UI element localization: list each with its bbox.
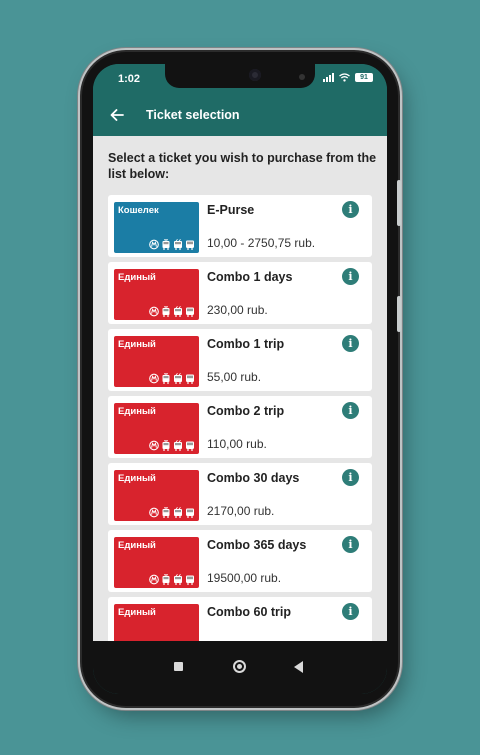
- ticket-item-e-purse[interactable]: Кошелек E-Purse 10,00 - 2750,75 rub. i: [108, 195, 372, 257]
- card-label: Единый: [118, 540, 156, 551]
- ticket-name: Combo 2 trip: [207, 404, 285, 418]
- trolleybus-icon: [173, 505, 183, 518]
- info-button[interactable]: i: [342, 268, 359, 285]
- screen: 1:02 91 Ticket selection Select a ticket: [93, 64, 387, 694]
- camera-icon: [249, 69, 261, 81]
- card-image: Единый: [114, 537, 199, 588]
- transport-icons: [149, 237, 195, 250]
- ticket-price: 110,00 rub.: [207, 437, 267, 451]
- transport-icons: [149, 572, 195, 585]
- status-time: 1:02: [118, 73, 141, 85]
- metro-icon: [149, 237, 159, 250]
- bus-icon: [185, 371, 195, 384]
- bus-icon: [185, 237, 195, 250]
- wifi-icon: [339, 73, 350, 82]
- transport-icons: [149, 438, 195, 451]
- nav-back-button[interactable]: [294, 661, 303, 673]
- card-label: Единый: [118, 406, 156, 417]
- trolleybus-icon: [173, 572, 183, 585]
- ticket-item-combo-2-trip[interactable]: Единый Combo 2 trip 110,00 rub. i: [108, 396, 372, 458]
- card-label: Единый: [118, 272, 156, 283]
- battery-icon: 91: [355, 73, 373, 82]
- app-bar: Ticket selection: [93, 94, 387, 136]
- status-bar: 1:02 91: [93, 64, 387, 94]
- ticket-name: E-Purse: [207, 203, 255, 217]
- info-button[interactable]: i: [342, 201, 359, 218]
- bus-icon: [185, 304, 195, 317]
- card-image: Единый: [114, 336, 199, 387]
- tram-icon: [161, 572, 171, 585]
- info-button[interactable]: i: [342, 536, 359, 553]
- metro-icon: [149, 371, 159, 384]
- bus-icon: [185, 505, 195, 518]
- tram-icon: [161, 237, 171, 250]
- tram-icon: [161, 438, 171, 451]
- phone-side-button: [397, 180, 401, 226]
- home-button[interactable]: [233, 660, 246, 673]
- metro-icon: [149, 304, 159, 317]
- back-button[interactable]: [103, 101, 131, 129]
- transport-icons: [149, 505, 195, 518]
- instruction-text: Select a ticket you wish to purchase fro…: [108, 151, 377, 181]
- trolleybus-icon: [173, 371, 183, 384]
- ticket-name: Combo 30 days: [207, 471, 300, 485]
- ticket-item-combo-1-days[interactable]: Единый Combo 1 days 230,00 rub. i: [108, 262, 372, 324]
- ticket-name: Combo 1 days: [207, 270, 293, 284]
- metro-icon: [149, 505, 159, 518]
- card-image: Единый: [114, 604, 199, 641]
- transport-icons: [149, 371, 195, 384]
- info-button[interactable]: i: [342, 402, 359, 419]
- ticket-name: Combo 365 days: [207, 538, 307, 552]
- sensor-icon: [299, 74, 305, 80]
- ticket-price: 19500,00 rub.: [207, 571, 282, 585]
- trolleybus-icon: [173, 438, 183, 451]
- card-image: Кошелек: [114, 202, 199, 253]
- card-label: Единый: [118, 473, 156, 484]
- trolleybus-icon: [173, 304, 183, 317]
- card-label: Кошелек: [118, 205, 159, 216]
- card-label: Единый: [118, 339, 156, 350]
- ticket-item-combo-365-days[interactable]: Единый Combo 365 days 19500,00 rub. i: [108, 530, 372, 592]
- tram-icon: [161, 371, 171, 384]
- ticket-price: 55,00 rub.: [207, 370, 262, 384]
- ticket-item-combo-60-trip[interactable]: Единый Combo 60 trip i: [108, 597, 372, 641]
- recents-button[interactable]: [174, 662, 183, 671]
- ticket-item-combo-30-days[interactable]: Единый Combo 30 days 2170,00 rub. i: [108, 463, 372, 525]
- signal-icon: [323, 73, 334, 82]
- tram-icon: [161, 304, 171, 317]
- ticket-price: 2170,00 rub.: [207, 504, 275, 518]
- ticket-price: 10,00 - 2750,75 rub.: [207, 236, 316, 250]
- status-icons: 91: [323, 73, 373, 82]
- card-label: Единый: [118, 607, 156, 618]
- tram-icon: [161, 505, 171, 518]
- info-button[interactable]: i: [342, 469, 359, 486]
- ticket-name: Combo 1 trip: [207, 337, 285, 351]
- page-title: Ticket selection: [146, 108, 240, 122]
- card-image: Единый: [114, 269, 199, 320]
- metro-icon: [149, 572, 159, 585]
- bus-icon: [185, 438, 195, 451]
- notch: [165, 64, 315, 88]
- transport-icons: [149, 304, 195, 317]
- info-button[interactable]: i: [342, 603, 359, 620]
- ticket-name: Combo 60 trip: [207, 605, 292, 619]
- card-image: Единый: [114, 403, 199, 454]
- ticket-list-container[interactable]: Select a ticket you wish to purchase fro…: [93, 136, 387, 641]
- phone-side-button: [397, 296, 401, 332]
- metro-icon: [149, 438, 159, 451]
- bus-icon: [185, 572, 195, 585]
- system-nav-bar: [93, 641, 387, 694]
- info-button[interactable]: i: [342, 335, 359, 352]
- ticket-item-combo-1-trip[interactable]: Единый Combo 1 trip 55,00 rub. i: [108, 329, 372, 391]
- arrow-left-icon: [110, 109, 124, 121]
- card-image: Единый: [114, 470, 199, 521]
- trolleybus-icon: [173, 237, 183, 250]
- ticket-price: 230,00 rub.: [207, 303, 268, 317]
